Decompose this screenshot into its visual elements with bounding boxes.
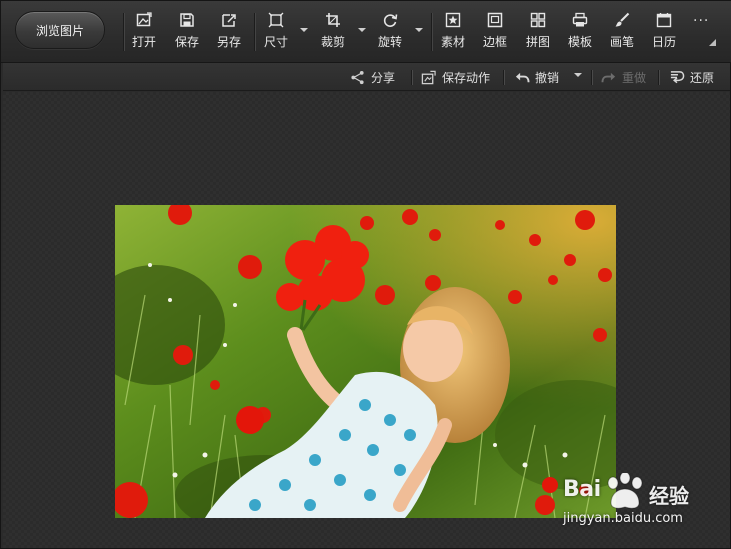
restore-button[interactable]: 还原	[669, 68, 714, 86]
share-label: 分享	[371, 70, 396, 85]
undo-dropdown-chevron-icon[interactable]	[574, 73, 582, 77]
crop-dropdown-chevron-icon[interactable]	[358, 28, 366, 32]
more-options-icon[interactable]: ···	[693, 13, 709, 29]
toolbar-divider	[431, 13, 432, 51]
size-dropdown-chevron-icon[interactable]	[300, 28, 308, 32]
open-label: 打开	[132, 35, 157, 49]
material-label: 素材	[441, 35, 466, 49]
open-image-icon	[135, 11, 153, 29]
rotate-button[interactable]: 旋转	[378, 11, 402, 55]
calendar-label: 日历	[652, 35, 677, 49]
restore-icon	[669, 69, 685, 85]
save-as-label: 另存	[217, 35, 242, 49]
collage-label: 拼图	[526, 35, 551, 49]
border-button[interactable]: 边框	[483, 11, 507, 55]
redo-icon	[601, 69, 617, 85]
save-button[interactable]: 保存	[175, 11, 199, 55]
resize-icon	[267, 11, 285, 29]
crop-button[interactable]: 裁剪	[321, 11, 345, 55]
expand-corner-icon[interactable]	[709, 39, 716, 46]
border-label: 边框	[483, 35, 508, 49]
toolbar-divider	[254, 13, 255, 51]
save-action-icon	[421, 69, 437, 85]
collage-button[interactable]: 拼图	[526, 11, 550, 55]
toolbar-divider	[123, 13, 124, 51]
redo-label: 重做	[622, 70, 647, 85]
template-printer-icon	[571, 11, 589, 29]
photo-editor-window: 浏览图片 打开 保存 另存 尺寸 裁剪 旋转 素材 边框 拼图 模板 画笔 日历…	[0, 0, 731, 549]
action-divider	[503, 70, 504, 85]
baidu-jingyan-watermark: Bai 经验 jingyan.baidu.com	[541, 471, 726, 533]
border-frame-icon	[486, 11, 504, 29]
redo-button[interactable]: 重做	[601, 68, 646, 86]
rotate-dropdown-chevron-icon[interactable]	[415, 28, 423, 32]
calendar-icon	[655, 11, 673, 29]
save-label: 保存	[175, 35, 200, 49]
save-icon	[178, 11, 196, 29]
paw-logo-icon	[603, 471, 647, 515]
action-divider	[591, 70, 592, 85]
undo-label: 撤销	[535, 70, 560, 85]
calendar-button[interactable]: 日历	[652, 11, 676, 55]
brush-label: 画笔	[610, 35, 635, 49]
watermark-url: jingyan.baidu.com	[563, 511, 683, 526]
rotate-label: 旋转	[378, 35, 403, 49]
browse-images-button[interactable]: 浏览图片	[15, 11, 105, 49]
undo-button[interactable]: 撤销	[514, 68, 559, 86]
action-divider	[411, 70, 412, 85]
open-button[interactable]: 打开	[132, 11, 156, 55]
action-divider	[658, 70, 659, 85]
material-star-icon	[444, 11, 462, 29]
brush-button[interactable]: 画笔	[610, 11, 634, 55]
restore-label: 还原	[690, 70, 715, 85]
share-button[interactable]: 分享	[350, 68, 395, 86]
template-button[interactable]: 模板	[568, 11, 592, 55]
watermark-jingyan-text: 经验	[649, 484, 689, 508]
size-label: 尺寸	[264, 35, 289, 49]
share-icon	[350, 69, 366, 85]
collage-grid-icon	[529, 11, 547, 29]
save-action-button[interactable]: 保存动作	[421, 68, 490, 86]
crop-label: 裁剪	[321, 35, 346, 49]
save-as-button[interactable]: 另存	[217, 11, 241, 55]
main-toolbar: 浏览图片 打开 保存 另存 尺寸 裁剪 旋转 素材 边框 拼图 模板 画笔 日历…	[1, 1, 731, 63]
rotate-icon	[381, 11, 399, 29]
brush-icon	[613, 11, 631, 29]
size-button[interactable]: 尺寸	[264, 11, 288, 55]
save-action-label: 保存动作	[442, 70, 491, 85]
save-as-icon	[220, 11, 238, 29]
action-bar: 分享 保存动作 撤销 重做 还原	[3, 63, 730, 91]
watermark-logo-text: Bai	[563, 477, 601, 502]
material-button[interactable]: 素材	[441, 11, 465, 55]
template-label: 模板	[568, 35, 593, 49]
undo-icon	[514, 69, 530, 85]
crop-icon	[324, 11, 342, 29]
